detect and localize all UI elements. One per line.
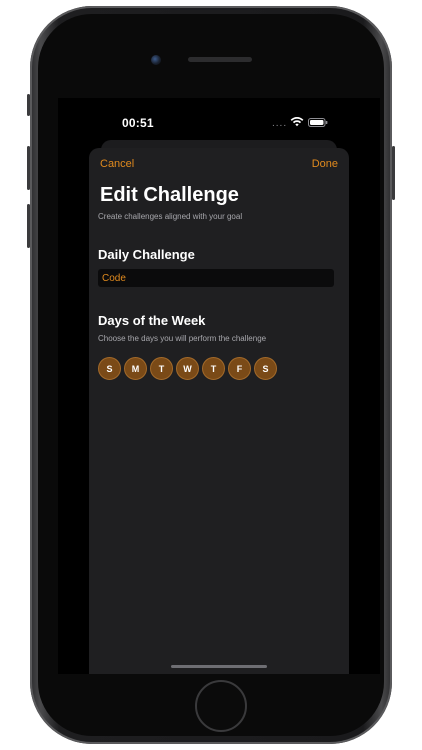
home-button[interactable] bbox=[195, 680, 247, 732]
day-sunday-toggle[interactable]: S bbox=[98, 357, 121, 380]
page-title: Edit Challenge bbox=[100, 184, 239, 206]
status-time: 00:51 bbox=[122, 116, 154, 130]
days-of-week-title: Days of the Week bbox=[98, 313, 206, 328]
day-saturday-toggle[interactable]: S bbox=[254, 357, 277, 380]
battery-icon bbox=[308, 118, 328, 127]
cancel-button[interactable]: Cancel bbox=[100, 158, 134, 170]
device-face: 00:51 .... Cancel Done Edit Challenge Cr… bbox=[38, 14, 384, 736]
day-wednesday-toggle[interactable]: W bbox=[176, 357, 199, 380]
screen: 00:51 .... Cancel Done Edit Challenge Cr… bbox=[58, 98, 380, 674]
home-indicator[interactable] bbox=[171, 665, 267, 668]
edit-challenge-sheet: Cancel Done Edit Challenge Create challe… bbox=[89, 148, 349, 674]
power-button bbox=[392, 146, 395, 200]
phone-device: 00:51 .... Cancel Done Edit Challenge Cr… bbox=[27, 6, 395, 744]
day-friday-toggle[interactable]: F bbox=[228, 357, 251, 380]
wifi-icon bbox=[290, 117, 304, 127]
volume-up-button bbox=[27, 146, 30, 190]
daily-challenge-title: Daily Challenge bbox=[98, 247, 195, 262]
days-of-week-subtitle: Choose the days you will perform the cha… bbox=[98, 334, 267, 343]
days-selector: S M T W T F S bbox=[98, 357, 277, 380]
signal-icon: .... bbox=[272, 118, 288, 129]
done-button[interactable]: Done bbox=[312, 158, 338, 170]
front-camera bbox=[151, 55, 161, 65]
page-subtitle: Create challenges aligned with your goal bbox=[98, 212, 243, 221]
status-bar: 00:51 .... bbox=[58, 98, 380, 142]
day-monday-toggle[interactable]: M bbox=[124, 357, 147, 380]
earpiece-speaker bbox=[188, 57, 252, 62]
day-tuesday-toggle[interactable]: T bbox=[150, 357, 173, 380]
day-thursday-toggle[interactable]: T bbox=[202, 357, 225, 380]
daily-challenge-input[interactable] bbox=[98, 269, 334, 287]
mute-switch bbox=[27, 94, 30, 116]
volume-down-button bbox=[27, 204, 30, 248]
